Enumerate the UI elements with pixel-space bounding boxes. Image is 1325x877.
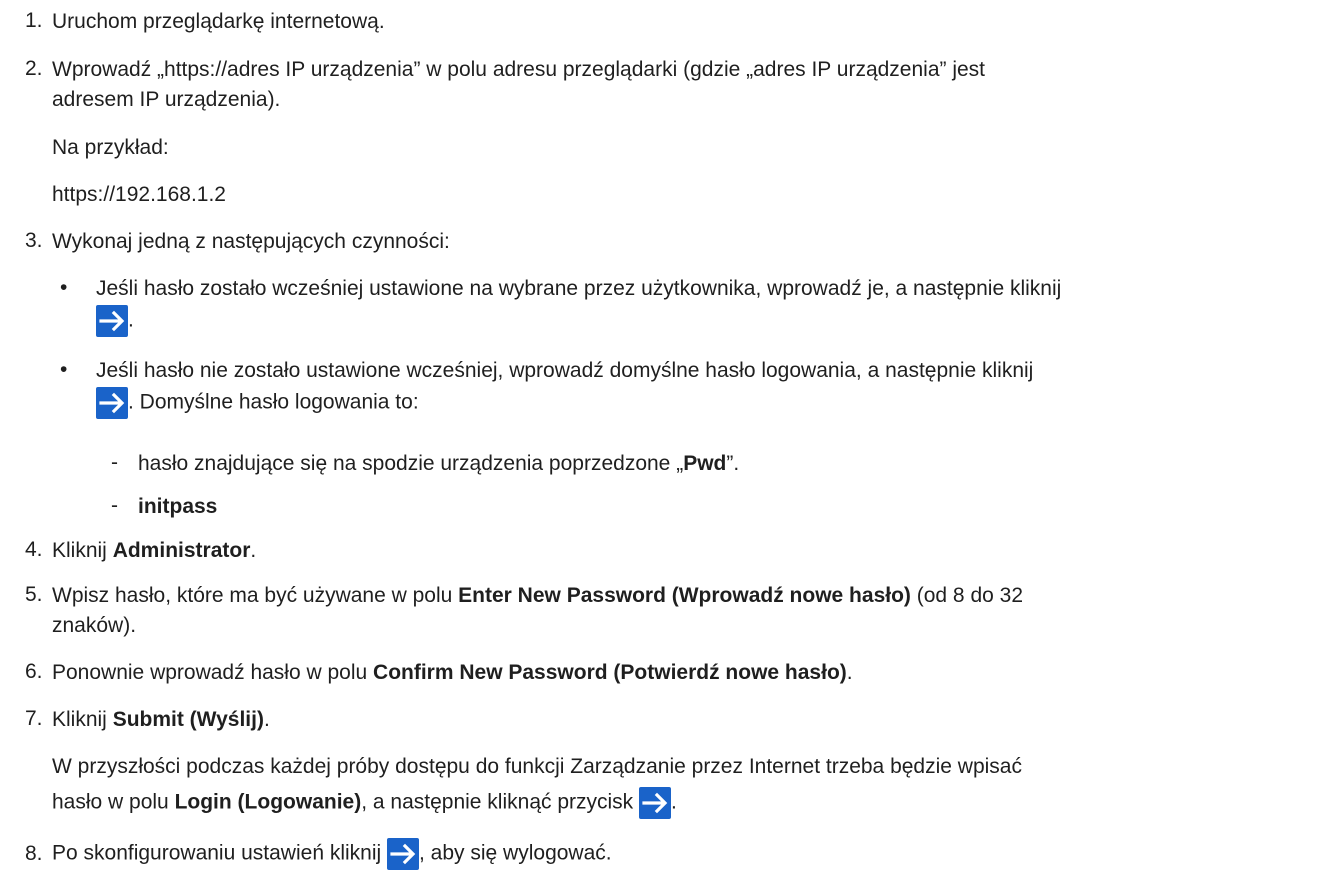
arrow-right-icon [96, 387, 128, 419]
step-5-number: 5. [25, 583, 43, 606]
bullet-marker: • [60, 358, 68, 381]
step-7-number: 7. [25, 707, 43, 730]
step-7-note-line2: hasło w polu Login (Logowanie), a następ… [52, 787, 677, 819]
step-3-text: Wykonaj jedną z następujących czynności: [52, 230, 450, 253]
step-5-line1: Wpisz hasło, które ma być używane w polu… [52, 584, 1023, 607]
bullet-marker: • [60, 276, 68, 299]
bullet-1-line2: . [96, 305, 134, 337]
example-url: https://192.168.1.2 [52, 183, 226, 206]
step-2-number: 2. [25, 57, 43, 80]
step-3-number: 3. [25, 229, 43, 252]
step-2-line2: adresem IP urządzenia). [52, 88, 281, 111]
step-7-note-line1: W przyszłości podczas każdej próby dostę… [52, 755, 1022, 778]
step-7-text: Kliknij Submit (Wyślij). [52, 708, 270, 731]
step-6-text: Ponownie wprowadź hasło w polu Confirm N… [52, 661, 853, 684]
arrow-right-icon [387, 838, 420, 870]
example-label: Na przykład: [52, 136, 169, 159]
step-5-line2: znaków). [52, 614, 137, 637]
step-4-number: 4. [25, 538, 43, 561]
bullet-1-tail: . [128, 308, 134, 332]
step-2-line1: Wprowadź „https://adres IP urządzenia” w… [52, 58, 986, 81]
step-4-text: Kliknij Administrator. [52, 539, 257, 562]
dash-1-text: hasło znajdujące się na spodzie urządzen… [138, 452, 740, 475]
dash-2-text: initpass [138, 495, 218, 518]
bullet-2-tail: . Domyślne hasło logowania to: [128, 390, 419, 414]
arrow-right-icon [96, 305, 128, 337]
step-1-number: 1. [25, 9, 43, 32]
dash-marker: - [111, 494, 118, 517]
instructions-page: 1. Uruchom przeglądarkę internetową. 2. … [0, 0, 1325, 877]
step-1-text: Uruchom przeglądarkę internetową. [52, 10, 385, 33]
bullet-2-line1: Jeśli hasło nie zostało ustawione wcześn… [96, 359, 1034, 382]
dash-marker: - [111, 451, 118, 474]
step-8-text: Po skonfigurowaniu ustawień kliknij , ab… [52, 838, 612, 870]
step-8-number: 8. [25, 842, 43, 865]
step-6-number: 6. [25, 660, 43, 683]
bullet-1-line1: Jeśli hasło zostało wcześniej ustawione … [96, 277, 1062, 300]
arrow-right-icon [639, 787, 672, 819]
bullet-2-line2: . Domyślne hasło logowania to: [96, 387, 419, 419]
